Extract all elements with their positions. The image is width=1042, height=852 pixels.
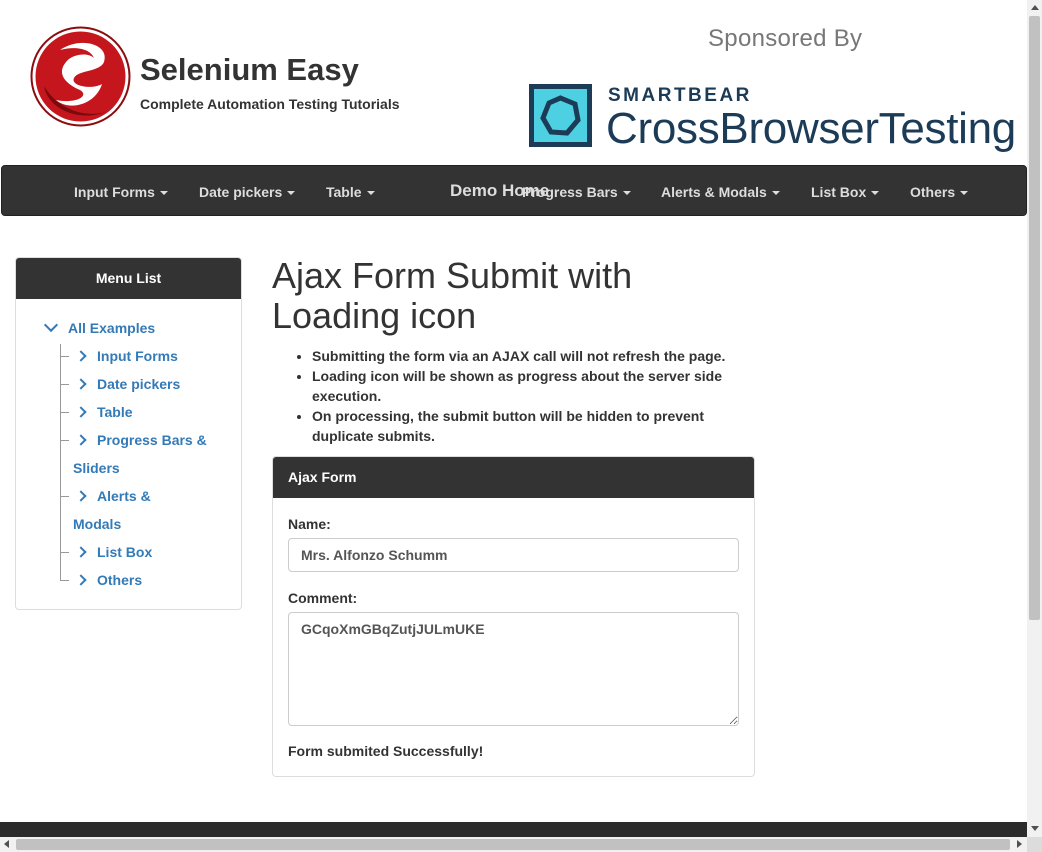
nav-others[interactable]: Others (910, 184, 969, 200)
name-label: Name: (288, 516, 331, 532)
brand-title: Selenium Easy (140, 52, 359, 87)
nav-list-box[interactable]: List Box (811, 184, 880, 200)
list-item: Submitting the form via an AJAX call wil… (312, 346, 752, 366)
nav-demo-home[interactable]: Demo Home (450, 181, 549, 201)
sponsored-by-label: Sponsored By (708, 25, 863, 52)
sidebar-item-list-box[interactable]: List Box (73, 538, 213, 566)
chevron-right-icon (75, 490, 87, 502)
sidebar-item-date-pickers[interactable]: Date pickers (73, 370, 213, 398)
ajax-form-panel: Ajax Form Name: Comment: GCqoXmGBqZutjJU… (272, 456, 755, 777)
nav-input-forms[interactable]: Input Forms (74, 184, 168, 200)
chevron-right-icon (75, 434, 87, 446)
caret-down-icon (366, 191, 375, 196)
scrollbar-corner (1027, 837, 1042, 852)
chevron-right-icon (75, 574, 87, 586)
sidebar-item-table[interactable]: Table (73, 398, 213, 426)
list-item: Loading icon will be shown as progress a… (312, 366, 752, 406)
horizontal-scroll-thumb[interactable] (16, 839, 1010, 850)
comment-label: Comment: (288, 590, 358, 606)
scroll-up-icon[interactable] (1031, 5, 1039, 10)
scroll-down-icon[interactable] (1031, 826, 1039, 831)
chevron-down-icon (43, 317, 59, 333)
main-navbar: Input Forms Date pickers Table Progress … (1, 165, 1027, 216)
name-input[interactable] (288, 538, 739, 572)
scroll-right-icon[interactable] (1017, 840, 1022, 848)
sidebar-item-input-forms[interactable]: Input Forms (73, 342, 213, 370)
sidebar-title: Menu List (16, 258, 241, 299)
submit-status-message: Form submited Successfully! (288, 743, 484, 759)
brand-subtitle: Complete Automation Testing Tutorials (140, 96, 400, 112)
crossbrowsertesting-wordmark[interactable]: CrossBrowserTesting (606, 104, 1030, 154)
sidebar-item-alerts-modals[interactable]: Alerts & Modals (73, 482, 183, 538)
chevron-right-icon (75, 406, 87, 418)
comment-textarea[interactable]: GCqoXmGBqZutjJULmUKE (288, 612, 739, 726)
caret-down-icon (871, 191, 880, 196)
description-list: Submitting the form via an AJAX call wil… (272, 346, 752, 446)
caret-down-icon (960, 191, 969, 196)
caret-down-icon (287, 191, 296, 196)
vertical-scroll-thumb[interactable] (1029, 16, 1040, 620)
selenium-easy-logo[interactable] (30, 26, 131, 127)
tree-root-all-examples[interactable]: All Examples (43, 317, 155, 336)
caret-down-icon (771, 191, 780, 196)
vertical-scrollbar[interactable] (1027, 0, 1042, 837)
smartbear-logo-icon[interactable] (529, 84, 592, 147)
sidebar-menu: Menu List All Examples Input Forms Date … (15, 257, 242, 610)
scroll-left-icon[interactable] (4, 840, 9, 848)
chevron-right-icon (75, 546, 87, 558)
chevron-right-icon (75, 378, 87, 390)
chevron-right-icon (75, 350, 87, 362)
horizontal-scrollbar[interactable] (0, 837, 1027, 852)
nav-date-pickers[interactable]: Date pickers (199, 184, 296, 200)
nav-alerts-modals[interactable]: Alerts & Modals (661, 184, 780, 200)
sidebar-item-others[interactable]: Others (73, 566, 213, 594)
panel-title: Ajax Form (273, 457, 754, 498)
tree-connector-line (60, 344, 61, 580)
sidebar-item-progress-bars[interactable]: Progress Bars & Sliders (73, 426, 213, 482)
caret-down-icon (622, 191, 631, 196)
page-title: Ajax Form Submit with Loading icon (272, 255, 633, 336)
nav-table[interactable]: Table (326, 184, 375, 200)
caret-down-icon (159, 191, 168, 196)
list-item: On processing, the submit button will be… (312, 406, 752, 446)
